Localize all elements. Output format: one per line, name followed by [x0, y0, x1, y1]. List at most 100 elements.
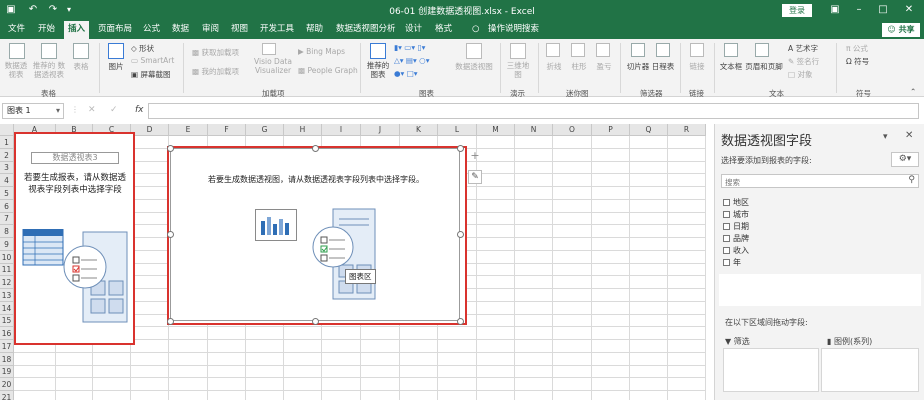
sparkline-winloss-button[interactable]: 盈亏 [595, 61, 613, 72]
row-header[interactable]: 20 [0, 378, 14, 391]
column-header[interactable]: O [553, 124, 592, 136]
row-header[interactable]: 16 [0, 327, 14, 340]
map3d-button[interactable]: 三维地图 [504, 61, 532, 79]
row-header[interactable]: 1 [0, 136, 14, 149]
tab-page-layout[interactable]: 页面布局 [98, 21, 132, 39]
resize-handle-se[interactable] [457, 318, 464, 325]
tab-view[interactable]: 视图 [231, 21, 248, 39]
get-addins-button[interactable]: ▩ 获取加载项 [192, 47, 239, 58]
field-item[interactable]: 收入 [723, 245, 749, 256]
login-button[interactable]: 登录 [782, 4, 812, 17]
pivot-table-placeholder[interactable]: 数据透视表3 若要生成报表，请从数据透视表字段列表中选择字段 [14, 132, 135, 345]
legend-drop-zone[interactable] [821, 348, 919, 392]
row-header[interactable]: 2 [0, 149, 14, 162]
field-item[interactable]: 品牌 [723, 233, 749, 244]
chart-types-row1[interactable]: ▮▾ ▭▾ ▯▾ [394, 43, 425, 52]
tab-design[interactable]: 设计 [405, 21, 422, 39]
column-header[interactable]: G [246, 124, 284, 136]
chart-elements-icon[interactable]: + [468, 149, 482, 163]
chevron-down-icon[interactable]: ▾ [56, 104, 60, 118]
column-header[interactable]: H [284, 124, 322, 136]
textbox-button[interactable]: 文本框 [719, 61, 743, 72]
chart-types-row3[interactable]: ●▾ □▾ [394, 69, 418, 78]
row-header[interactable]: 11 [0, 264, 14, 276]
column-header[interactable]: K [400, 124, 438, 136]
share-button[interactable]: ☺ 共享 [882, 23, 920, 37]
field-item[interactable]: 城市 [723, 209, 749, 220]
select-all-corner[interactable] [0, 124, 14, 136]
checkbox[interactable] [723, 235, 730, 242]
sparkline-column-button[interactable]: 柱形 [570, 61, 588, 72]
row-header[interactable]: 10 [0, 251, 14, 264]
row-header[interactable]: 5 [0, 187, 14, 200]
pivot-table-button[interactable]: 数据透视表 [2, 61, 30, 79]
pivotchart-button[interactable]: 数据透视图 [455, 61, 493, 72]
column-header[interactable]: N [515, 124, 553, 136]
recommended-pivot-button[interactable]: 推荐的 数据透视表 [30, 61, 68, 79]
column-header[interactable]: M [477, 124, 515, 136]
resize-handle-n[interactable] [312, 145, 319, 152]
chart-types-row2[interactable]: △▾ ▤▾ ○▾ [394, 56, 429, 65]
resize-handle-e[interactable] [457, 231, 464, 238]
resize-handle-s[interactable] [312, 318, 319, 325]
column-header[interactable]: J [361, 124, 400, 136]
table-button[interactable]: 表格 [72, 61, 90, 72]
name-box[interactable]: 图表 1 ▾ [2, 103, 64, 119]
checkbox[interactable] [723, 223, 730, 230]
tab-pivotchart-analyze[interactable]: 数据透视图分析 [336, 21, 396, 39]
smartart-button[interactable]: ▭ SmartArt [131, 56, 174, 65]
wordart-button[interactable]: A 艺术字 [788, 43, 818, 54]
checkbox[interactable] [723, 199, 730, 206]
row-header[interactable]: 15 [0, 315, 14, 327]
signature-button[interactable]: ✎ 签名行 [788, 56, 819, 67]
checkbox[interactable] [723, 247, 730, 254]
row-header[interactable]: 4 [0, 174, 14, 187]
pivot-chart-placeholder[interactable]: 若要生成数据透视图，请从数据透视表字段列表中选择字段。 图表区 [170, 148, 460, 321]
picture-button[interactable]: 图片 [107, 61, 125, 72]
field-item[interactable]: 日期 [723, 221, 749, 232]
formula-input[interactable] [148, 103, 919, 119]
screenshot-button[interactable]: ▣ 屏幕截图 [131, 69, 170, 80]
tab-file[interactable]: 文件 [8, 21, 25, 39]
collapse-ribbon-icon[interactable]: ⌃ [910, 87, 916, 96]
row-header[interactable]: 13 [0, 289, 14, 302]
cancel-icon[interactable]: ✕ [88, 105, 96, 115]
slicer-button[interactable]: 切片器 [626, 61, 650, 72]
sparkline-line-button[interactable]: 折线 [545, 61, 563, 72]
filters-drop-zone[interactable] [723, 348, 819, 392]
pane-close-icon[interactable]: ✕ [905, 130, 913, 141]
row-header[interactable]: 6 [0, 200, 14, 213]
row-header[interactable]: 12 [0, 276, 14, 289]
field-search-input[interactable]: 搜索 ⚲ [721, 174, 919, 188]
row-header[interactable]: 7 [0, 213, 14, 225]
recommended-charts-button[interactable]: 推荐的 图表 [364, 61, 392, 79]
tab-data[interactable]: 数据 [172, 21, 189, 39]
row-header[interactable]: 18 [0, 353, 14, 366]
column-header[interactable]: Q [630, 124, 668, 136]
row-header[interactable]: 19 [0, 366, 14, 378]
insert-function-button[interactable]: fx [135, 105, 144, 115]
shapes-button[interactable]: ◇ 形状 [131, 43, 154, 54]
visio-button[interactable]: Visio Data Visualizer [254, 57, 292, 75]
row-header[interactable]: 9 [0, 238, 14, 251]
object-button[interactable]: □ 对象 [788, 69, 812, 80]
symbol-button[interactable]: Ω 符号 [846, 56, 869, 67]
people-graph-button[interactable]: ▩ People Graph [298, 66, 358, 75]
row-header[interactable]: 21 [0, 391, 14, 400]
gear-icon[interactable]: ⚙▾ [891, 152, 919, 167]
resize-handle-nw[interactable] [167, 145, 174, 152]
column-header[interactable]: D [131, 124, 169, 136]
row-header[interactable]: 14 [0, 302, 14, 315]
row-header[interactable]: 8 [0, 225, 14, 238]
timeline-button[interactable]: 日程表 [651, 61, 675, 72]
link-button[interactable]: 链接 [688, 61, 706, 72]
tab-formulas[interactable]: 公式 [143, 21, 160, 39]
bing-maps-button[interactable]: ▶ Bing Maps [298, 47, 345, 56]
tab-format[interactable]: 格式 [435, 21, 452, 39]
tell-me-search[interactable]: 操作说明搜索 [488, 21, 539, 39]
tab-developer[interactable]: 开发工具 [260, 21, 294, 39]
ribbon-display-icon[interactable]: ▣ [828, 3, 842, 17]
tab-help[interactable]: 帮助 [306, 21, 323, 39]
minimize-icon[interactable]: – [852, 3, 866, 17]
enter-icon[interactable]: ✓ [110, 105, 118, 115]
